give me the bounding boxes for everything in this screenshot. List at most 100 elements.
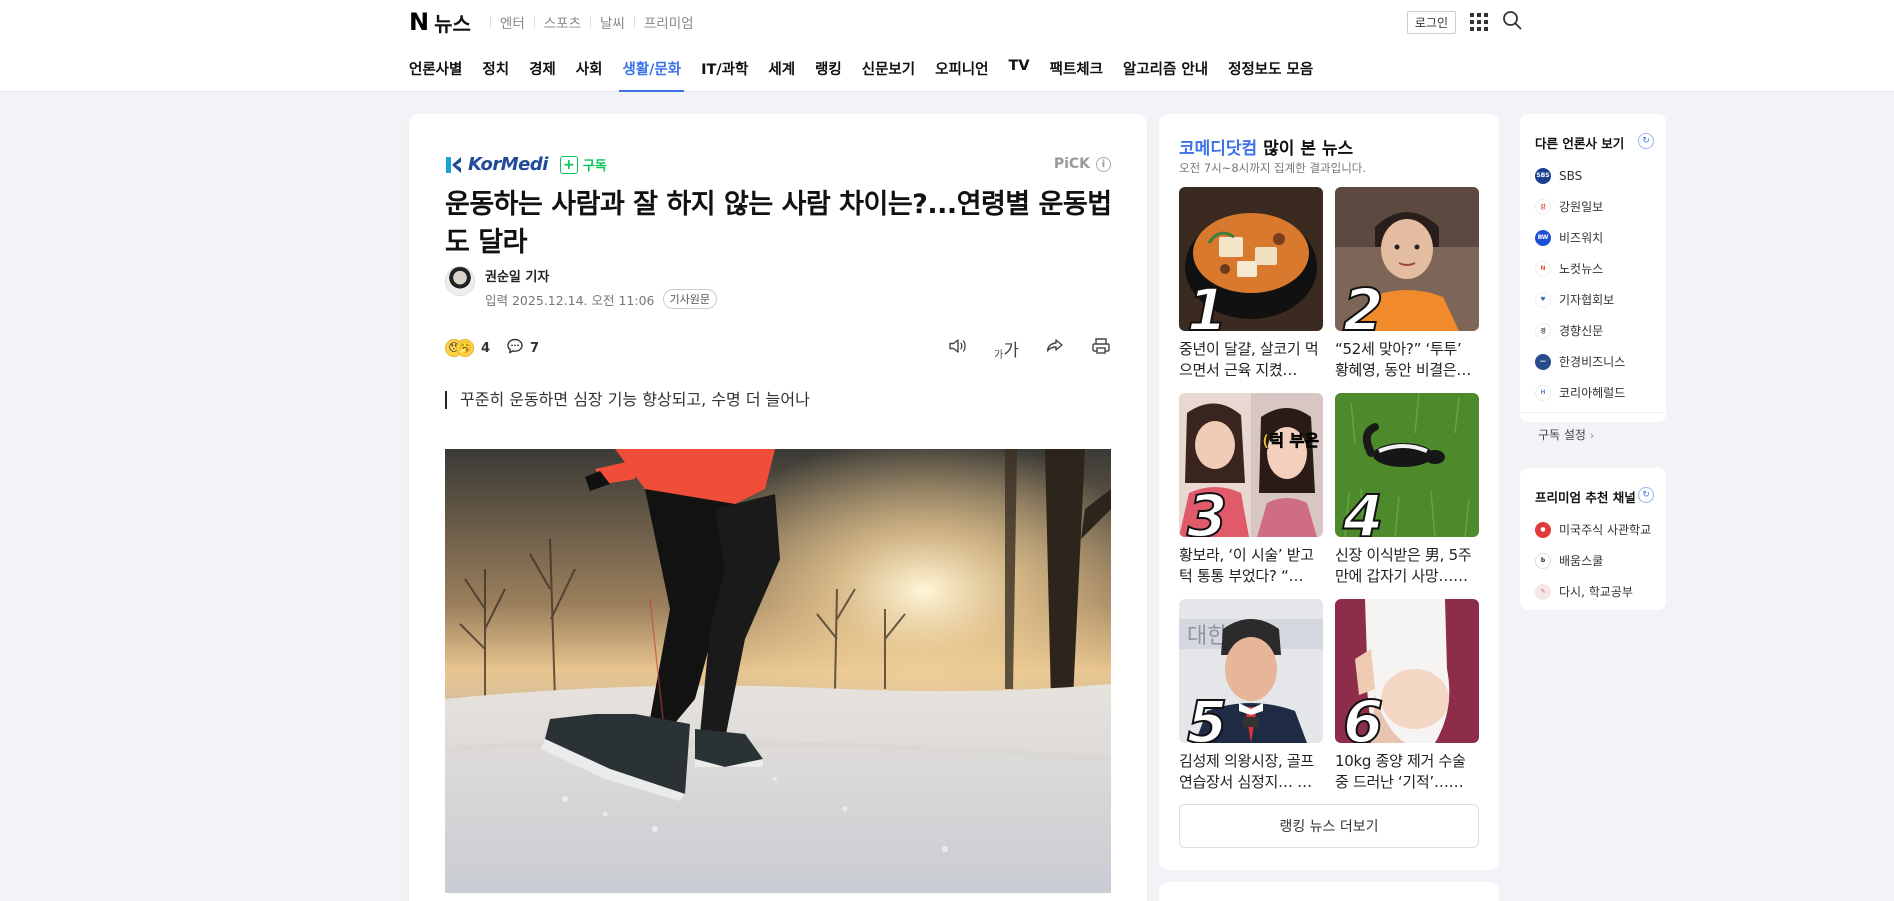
ranking-thumbnail[interactable]: 대한정 5 bbox=[1179, 599, 1323, 743]
premium-name: 다시, 학교공부 bbox=[1559, 585, 1633, 599]
nav-item-opinion[interactable]: 오피니언 bbox=[935, 58, 988, 92]
ranking-headline[interactable]: 10kg 종양 제거 수술 중 드러난 ‘기적’…… bbox=[1335, 751, 1479, 793]
premium-item[interactable]: ✎ 다시, 학교공부 bbox=[1535, 576, 1651, 607]
info-icon[interactable]: i bbox=[1096, 156, 1111, 172]
nav-item-newspaper[interactable]: 신문보기 bbox=[862, 58, 915, 92]
kyunghyang-logo-icon: 경 bbox=[1535, 322, 1551, 339]
top-link-weather[interactable]: 날씨 bbox=[600, 12, 625, 32]
article-toolbar: 😯 🥱 4 7 가가 bbox=[445, 336, 1111, 361]
byline: 권순일 기자 입력 2025.12.14. 오전 11:06 기사원문 bbox=[445, 266, 717, 309]
ranking-headline[interactable]: “52세 맞아?” ‘투투’ 황혜영, 동안 비결은… bbox=[1335, 339, 1479, 381]
subscribe-setting-link[interactable]: 구독 설정 › bbox=[1538, 426, 1594, 443]
article-photo[interactable] bbox=[445, 449, 1111, 893]
speaker-icon[interactable] bbox=[948, 337, 968, 360]
premium-item[interactable]: b 배움스쿨 bbox=[1535, 545, 1651, 576]
reporter-name[interactable]: 권순일 기자 bbox=[485, 266, 717, 285]
press-item-nocut[interactable]: N 노컷뉴스 bbox=[1535, 253, 1625, 284]
nav-item-press[interactable]: 언론사별 bbox=[409, 58, 462, 92]
divider bbox=[590, 16, 592, 28]
press-item-sbs[interactable]: SBS SBS bbox=[1535, 160, 1625, 191]
nav-item-world[interactable]: 세계 bbox=[768, 58, 795, 92]
global-header: N 뉴스 엔터 스포츠 날씨 프리미엄 로그인 언론사별 정치 경제 사회 생활… bbox=[0, 0, 1894, 92]
top-link-entertainment[interactable]: 엔터 bbox=[500, 12, 525, 32]
original-article-button[interactable]: 기사원문 bbox=[662, 289, 717, 309]
press-item-korea-herald[interactable]: H 코리아헤럴드 bbox=[1535, 377, 1625, 408]
subscribe-setting-label: 구독 설정 bbox=[1538, 428, 1586, 442]
nav-item-life-culture[interactable]: 생활/문화 bbox=[619, 58, 684, 92]
font-size-icon[interactable]: 가가 bbox=[994, 336, 1019, 361]
press-item-journalist-assoc[interactable]: ♥ 기자협회보 bbox=[1535, 284, 1625, 315]
nav-item-algorithm[interactable]: 알고리즘 안내 bbox=[1123, 58, 1208, 92]
news-service-title[interactable]: 뉴스 bbox=[434, 8, 471, 37]
top-link-sports[interactable]: 스포츠 bbox=[544, 12, 581, 32]
thumbnail-caption: (턱 부은 bbox=[1261, 431, 1320, 451]
ranking-item[interactable]: 2 “52세 맞아?” ‘투투’ 황혜영, 동안 비결은… bbox=[1335, 187, 1479, 381]
top-links: 엔터 스포츠 날씨 프리미엄 bbox=[481, 12, 694, 32]
ranking-item[interactable]: 6 10kg 종양 제거 수술 중 드러난 ‘기적’…… bbox=[1335, 599, 1479, 793]
top-link-premium[interactable]: 프리미엄 bbox=[644, 12, 694, 32]
ranking-item[interactable]: 대한정 5 김성제 의왕시장, 골프 연습장서 심정지… … bbox=[1179, 599, 1323, 793]
reporter-avatar[interactable] bbox=[445, 266, 475, 296]
press-name: 비즈워치 bbox=[1559, 231, 1604, 245]
ranking-thumbnail[interactable]: 6 bbox=[1335, 599, 1479, 743]
nav-item-society[interactable]: 사회 bbox=[576, 58, 603, 92]
ranking-more-button[interactable]: 랭킹 뉴스 더보기 bbox=[1179, 804, 1479, 848]
ranking-thumbnail[interactable]: 2 bbox=[1335, 187, 1479, 331]
press-item-hankyung-biz[interactable]: — 한경비즈니스 bbox=[1535, 346, 1625, 377]
nav-item-corrections[interactable]: 정정보도 모음 bbox=[1228, 58, 1313, 92]
ranking-thumbnail[interactable]: (턱 부은 3 bbox=[1179, 393, 1323, 537]
kangwon-logo-icon: 강 bbox=[1535, 198, 1551, 215]
press-item-kyunghyang[interactable]: 경 경향신문 bbox=[1535, 315, 1625, 346]
share-icon[interactable] bbox=[1045, 337, 1065, 360]
ranking-thumbnail[interactable]: 4 bbox=[1335, 393, 1479, 537]
nav-item-tv[interactable]: TV bbox=[1008, 58, 1029, 92]
press-name: SBS bbox=[1559, 168, 1583, 183]
nav-item-economy[interactable]: 경제 bbox=[529, 58, 556, 92]
nav-item-it-science[interactable]: IT/과학 bbox=[701, 58, 748, 92]
press-row: KorMedi + 구독 bbox=[445, 154, 607, 175]
chevron-right-icon: › bbox=[1589, 429, 1595, 442]
press-item-bizwatch[interactable]: BW 비즈워치 bbox=[1535, 222, 1625, 253]
bizwatch-logo-icon: BW bbox=[1535, 229, 1551, 246]
ranking-headline[interactable]: 황보라, ‘이 시술’ 받고 턱 통통 부었다? “… bbox=[1179, 545, 1323, 587]
section-nav: 언론사별 정치 경제 사회 생활/문화 IT/과학 세계 랭킹 신문보기 오피니… bbox=[409, 58, 1333, 92]
pick-badge[interactable]: PiCK i bbox=[1054, 156, 1111, 172]
divider bbox=[633, 16, 635, 28]
ranking-headline[interactable]: 신장 이식받은 男, 5주 만에 갑자기 사망…… bbox=[1335, 545, 1479, 587]
divider bbox=[533, 16, 535, 28]
reaction-button[interactable]: 😯 🥱 4 bbox=[445, 339, 490, 357]
press-logo[interactable]: KorMedi bbox=[445, 154, 548, 175]
print-icon[interactable] bbox=[1091, 337, 1111, 360]
nav-item-ranking[interactable]: 랭킹 bbox=[815, 58, 842, 92]
channel-logo-icon: b bbox=[1535, 552, 1551, 569]
refresh-icon[interactable]: ↻ bbox=[1638, 487, 1654, 503]
search-icon[interactable] bbox=[1502, 10, 1522, 34]
press-item-kangwon[interactable]: 강 강원일보 bbox=[1535, 191, 1625, 222]
nav-item-politics[interactable]: 정치 bbox=[482, 58, 509, 92]
other-press-title: 다른 언론사 보기 bbox=[1535, 136, 1625, 151]
korea-herald-logo-icon: H bbox=[1535, 384, 1551, 401]
channel-logo-icon: ✎ bbox=[1535, 583, 1551, 600]
article-headline: 운동하는 사람과 잘 하지 않는 사람 차이는?...연령별 운동법도 달라 bbox=[445, 189, 1112, 258]
apps-grid-icon[interactable] bbox=[1470, 13, 1488, 31]
ranking-item[interactable]: 4 신장 이식받은 男, 5주 만에 갑자기 사망…… bbox=[1335, 393, 1479, 587]
ranking-item[interactable]: (턱 부은 3 황보라, ‘이 시술’ 받고 턱 통통 부었다? “… bbox=[1179, 393, 1323, 587]
premium-item[interactable]: ● 미국주식 사관학교 bbox=[1535, 514, 1651, 545]
ranking-headline[interactable]: 중년이 달걀, 살코기 먹으면서 근육 지켰… bbox=[1179, 339, 1323, 381]
article-subhead: 꾸준히 운동하면 심장 기능 향상되고, 수명 더 늘어나 bbox=[445, 391, 810, 409]
press-name: 강원일보 bbox=[1559, 200, 1604, 214]
rank-number: 3 bbox=[1186, 482, 1228, 537]
ranking-thumbnail[interactable]: 1 bbox=[1179, 187, 1323, 331]
subscribe-button[interactable]: + 구독 bbox=[559, 155, 607, 174]
ranking-headline[interactable]: 김성제 의왕시장, 골프 연습장서 심정지… … bbox=[1179, 751, 1323, 793]
login-button[interactable]: 로그인 bbox=[1406, 10, 1456, 34]
article-card: KorMedi + 구독 PiCK i 운동하는 사람과 잘 하지 않는 사람 … bbox=[409, 114, 1147, 901]
comment-button[interactable]: 7 bbox=[506, 337, 539, 359]
ranking-title-rest: 많이 본 뉴스 bbox=[1257, 139, 1354, 159]
refresh-icon[interactable]: ↻ bbox=[1638, 133, 1654, 149]
naver-logo[interactable]: N bbox=[409, 8, 429, 36]
rank-number: 2 bbox=[1342, 276, 1384, 331]
ranking-item[interactable]: 1 중년이 달걀, 살코기 먹으면서 근육 지켰… bbox=[1179, 187, 1323, 381]
ranking-brand[interactable]: 코메디닷컴 bbox=[1179, 139, 1257, 159]
nav-item-factcheck[interactable]: 팩트체크 bbox=[1050, 58, 1103, 92]
